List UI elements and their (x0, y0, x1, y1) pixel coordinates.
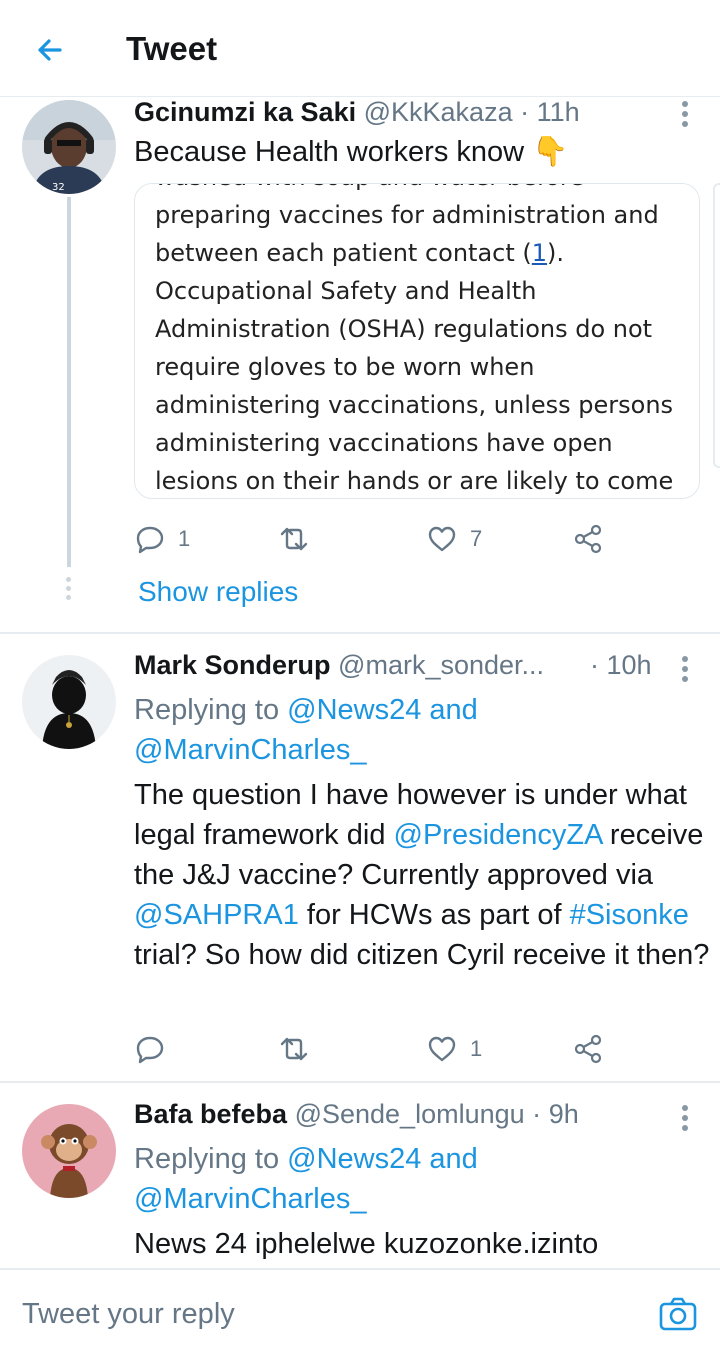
avatar[interactable]: 32 (22, 100, 116, 194)
tweet-time: 10h (606, 650, 652, 680)
thread-line (67, 197, 71, 567)
back-arrow-icon[interactable] (30, 30, 70, 70)
reply-input[interactable]: Tweet your reply (22, 1298, 235, 1331)
tweet-time: 11h (536, 97, 580, 127)
tweet-text: News 24 iphelelwe kuzozonke.izinto (134, 1228, 599, 1260)
share-button[interactable] (572, 521, 604, 557)
avatar[interactable] (22, 1104, 116, 1198)
like-count: 7 (470, 526, 483, 551)
retweet-button[interactable] (278, 1031, 322, 1067)
user-handle[interactable]: @KkKakaza (364, 97, 513, 127)
user-handle[interactable]: @mark_sonder... (338, 650, 544, 680)
like-button[interactable]: 1 (426, 1031, 482, 1067)
like-icon (428, 1036, 456, 1062)
more-vertical-icon[interactable] (676, 101, 694, 129)
user-name[interactable]: Mark Sonderup (134, 650, 331, 680)
user-name[interactable]: Gcinumzi ka Saki (134, 97, 356, 127)
user-name[interactable]: Bafa befeba (134, 1099, 287, 1129)
reply-count: 1 (178, 526, 191, 551)
show-replies-link[interactable]: Show replies (138, 576, 298, 608)
tweet-time-block: · 10h (590, 650, 652, 681)
tweet-actions: 1 7 (134, 521, 614, 557)
reply-icon (136, 1036, 164, 1064)
mention-link[interactable]: @SAHPRA1 (134, 899, 299, 931)
tweet-1[interactable]: 32 Gcinumzi ka Saki @KkKakaza · 11h Beca… (0, 97, 720, 632)
retweet-icon (280, 527, 308, 551)
avatar[interactable] (22, 655, 116, 749)
tweet-text: Because Health workers know 👇 (134, 136, 569, 168)
tweet-time: 9h (548, 1099, 579, 1129)
replying-to-cont: @MarvinCharles_ (134, 1179, 367, 1219)
reply-compose-bar: Tweet your reply (0, 1268, 720, 1355)
like-count: 1 (470, 1036, 483, 1061)
replying-to: Replying to @News24 and (134, 1143, 478, 1175)
hashtag-link[interactable]: #Sisonke (570, 899, 689, 931)
share-button[interactable] (572, 1031, 604, 1067)
reply-icon (136, 526, 164, 554)
tweet-header: Bafa befeba @Sende_lomlungu · 9h (134, 1099, 579, 1130)
reply-button[interactable] (134, 1031, 178, 1067)
like-button[interactable]: 7 (426, 521, 482, 557)
mention-link[interactable]: @News24 and (287, 1143, 478, 1175)
tweet-header: Gcinumzi ka Saki @KkKakaza · 11h (134, 97, 580, 128)
share-icon (574, 1034, 602, 1064)
tweet-3[interactable]: Bafa befeba @Sende_lomlungu · 9h Replyin… (0, 1083, 720, 1268)
tweet-2[interactable]: Mark Sonderup @mark_sonder... · 10h Repl… (0, 634, 720, 1081)
more-vertical-icon[interactable] (676, 656, 694, 684)
page-title: Tweet (126, 30, 218, 67)
user-handle[interactable]: @Sende_lomlungu (295, 1099, 525, 1129)
mention-link[interactable]: @MarvinCharles_ (134, 734, 367, 766)
tweet-actions: 1 (134, 1031, 614, 1067)
mention-link[interactable]: @PresidencyZA (394, 819, 602, 851)
svg-text:32: 32 (52, 182, 65, 193)
like-icon (428, 526, 456, 552)
tweet-image[interactable]: washed with soap and water before prepar… (134, 183, 700, 499)
replying-to-cont: @MarvinCharles_ (134, 730, 367, 770)
retweet-button[interactable] (278, 521, 322, 557)
thread-dots (66, 577, 71, 604)
tweet-header: Mark Sonderup @mark_sonder... (134, 650, 544, 681)
mention-link[interactable]: @News24 and (287, 694, 478, 726)
camera-icon[interactable] (658, 1296, 698, 1332)
mention-link[interactable]: @MarvinCharles_ (134, 1183, 367, 1215)
reply-button[interactable]: 1 (134, 521, 190, 557)
retweet-icon (280, 1037, 308, 1061)
share-icon (574, 524, 602, 554)
separator-dot: · (532, 1099, 542, 1129)
image-text: washed with soap and water before prepar… (155, 184, 674, 495)
separator-dot: · (590, 650, 599, 680)
top-bar: Tweet (0, 0, 720, 97)
separator-dot: · (520, 97, 530, 127)
more-vertical-icon[interactable] (676, 1105, 694, 1133)
replying-to: Replying to @News24 and (134, 694, 478, 726)
image-scroll-edge (713, 183, 720, 468)
tweet-text: The question I have however is under wha… (134, 779, 710, 971)
